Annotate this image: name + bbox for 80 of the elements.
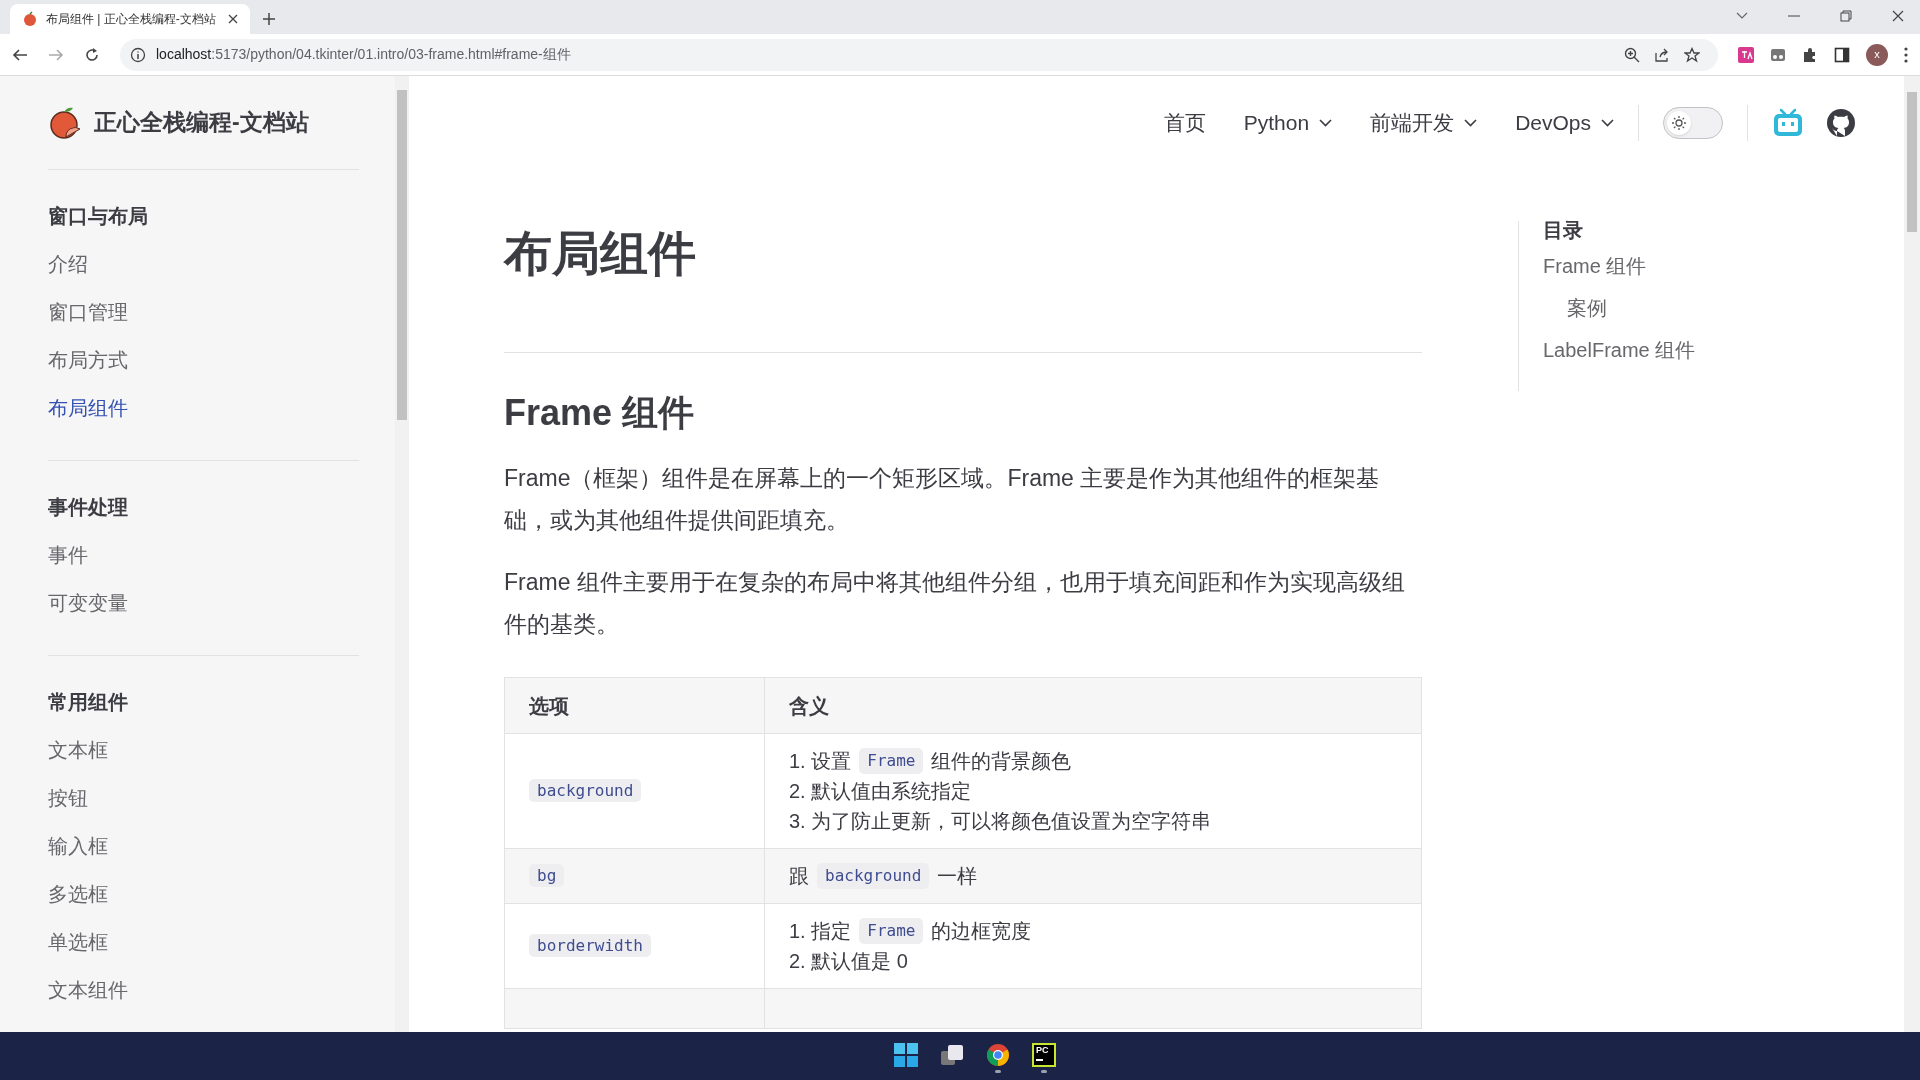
apple-icon [22,11,38,27]
nav-link[interactable]: 首页 [1163,107,1206,139]
cell-text: 1. 设置 [789,749,852,774]
sidebar-item[interactable]: 单选框 [48,918,108,966]
tab-title: 布局组件 | 正心全栈编程-文档站 [46,11,216,28]
option-code: borderwidth [529,934,651,957]
back-icon[interactable] [12,46,28,63]
chevron-down-icon[interactable] [1736,12,1748,20]
cell-text: 一样 [937,864,978,889]
inline-code: background [817,863,930,889]
paragraph: Frame 组件主要用于在复杂的布局中将其他组件分组，也用于填充间距和作为实现高级组件的基类。 [504,568,1406,639]
cell-text: 的边框宽度 [931,919,1032,944]
sidebar-item[interactable]: 可变变量 [48,579,128,627]
app-label: PC [1036,1045,1050,1056]
sidebar-item[interactable]: 按钮 [48,774,88,822]
cell-text: 组件的背景颜色 [931,749,1072,774]
star-icon[interactable] [1684,46,1700,63]
sidebar-item[interactable]: 窗口管理 [48,288,128,336]
close-icon[interactable] [228,14,238,24]
side-panel-icon[interactable] [1834,46,1850,63]
inline-code: Frame [859,918,924,944]
url-text: localhost:5173/python/04.tkinter/01.intro/03-frame.html#frame-组件 [156,45,571,64]
nav-link[interactable]: DevOps [1515,107,1614,139]
chevron-down-icon [1601,119,1614,127]
sidebar-item[interactable]: 多选框 [48,870,108,918]
extension-icon[interactable] [1770,46,1786,63]
sun-icon [1671,115,1687,131]
translate-icon[interactable] [1738,46,1754,63]
pycharm-icon[interactable]: PC [1032,1043,1056,1067]
paragraph: Frame（框架）组件是在屏幕上的一个矩形区域。Frame 主要是作为其他组件的框架基础，或为其他组件提供间距填充。 [504,464,1381,535]
site-title[interactable]: 正心全栈编程-文档站 [94,105,309,140]
sidebar-item[interactable]: 布局组件 [48,384,128,432]
sidebar-group-title: 常用组件 [48,690,129,715]
cell-text: 2. 默认值是 0 [789,949,908,974]
column-header: 含义 [764,677,1422,734]
task-view-icon[interactable] [940,1043,964,1067]
sidebar-item[interactable]: 介绍 [48,240,88,288]
inline-code: Frame [859,748,924,774]
windows-start-icon[interactable] [894,1043,918,1067]
sidebar-item[interactable]: 事件 [48,531,88,579]
column-header: 选项 [504,677,765,734]
chrome-icon[interactable] [986,1043,1010,1067]
cell-text: 2. 默认值由系统指定 [789,779,972,804]
info-icon[interactable] [130,46,146,63]
sidebar-item[interactable]: 文本组件 [48,966,128,1014]
github-icon[interactable] [1826,108,1856,138]
toc-link[interactable]: 案例 [1543,287,1607,329]
restore-icon[interactable] [1840,10,1852,22]
zoom-icon[interactable] [1624,46,1640,63]
reload-icon[interactable] [84,46,100,63]
profile-avatar[interactable]: x [1866,43,1888,66]
close-icon[interactable] [1892,10,1904,22]
theme-toggle[interactable] [1663,107,1723,139]
address-bar[interactable]: localhost:5173/python/04.tkinter/01.intro/03-frame.html#frame-组件 [120,38,1718,71]
new-tab-icon[interactable] [262,12,276,26]
browser-tab[interactable]: 布局组件 | 正心全栈编程-文档站 [10,4,250,34]
share-icon[interactable] [1654,46,1670,63]
chevron-down-icon [1319,119,1333,127]
toc-title: 目录 [1543,218,1584,243]
chevron-down-icon [1464,119,1478,127]
section-heading: Frame 组件 [504,391,696,435]
sidebar-group-title: 事件处理 [48,495,129,520]
puzzle-icon[interactable] [1802,46,1818,63]
toc-link[interactable]: Frame 组件 [1543,245,1647,287]
cell-text: 跟 [789,864,809,889]
page-title: 布局组件 [504,226,697,282]
sidebar-group-title: 窗口与布局 [48,204,149,229]
option-code: bg [529,864,565,887]
cell-text: 1. 指定 [789,919,852,944]
option-code: background [529,779,642,802]
menu-icon[interactable] [1904,46,1908,63]
sidebar-scrollbar[interactable] [395,76,409,1032]
nav-link[interactable]: 前端开发 [1370,107,1478,139]
sidebar-item[interactable]: 文本框 [48,726,108,774]
toc-link[interactable]: LabelFrame 组件 [1543,329,1696,371]
sidebar-item[interactable]: 布局方式 [48,336,128,384]
cell-text: 3. 为了防止更新，可以将颜色值设置为空字符串 [789,809,1212,834]
page-scrollbar[interactable] [1904,76,1920,1032]
sidebar-item[interactable]: 输入框 [48,822,108,870]
nav-link[interactable]: Python [1243,107,1333,139]
